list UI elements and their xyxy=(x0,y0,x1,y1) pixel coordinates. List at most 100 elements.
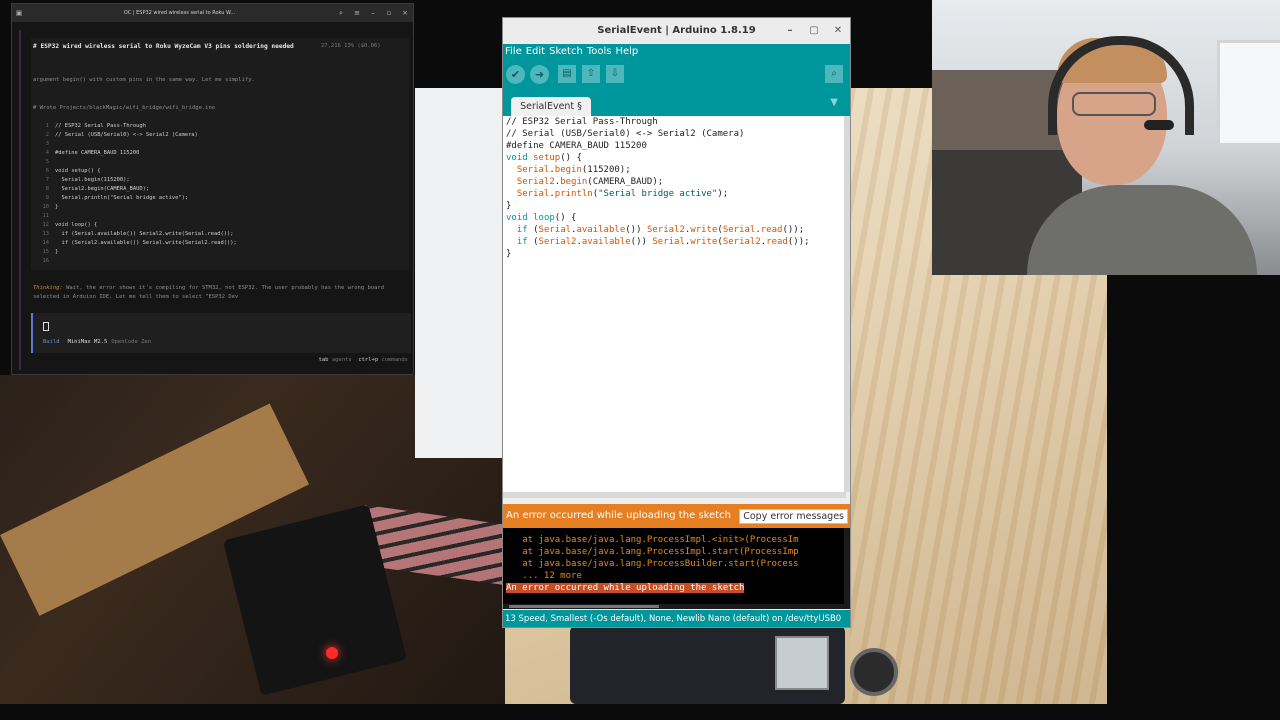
save-sketch-icon[interactable]: ⇩ xyxy=(606,65,624,83)
menu-tools[interactable]: Tools xyxy=(587,44,612,59)
prompt-input[interactable]: Build MiniMax M2.5 OpenCode Zen xyxy=(31,313,411,353)
webcam-overlay xyxy=(932,0,1280,275)
copy-error-button[interactable]: Copy error messages xyxy=(739,509,848,524)
model-name[interactable]: MiniMax M2.5 xyxy=(68,339,108,345)
lens-connector xyxy=(850,648,898,696)
code-line: } xyxy=(506,201,512,211)
code-line: // ESP32 Serial Pass-Through xyxy=(506,117,658,127)
toolbar: ✔ ➜ ▤ ⇧ ⇩ ⌕ xyxy=(503,59,850,89)
session-heading: # ESP32 wired wireless serial to Roku Wy… xyxy=(33,43,294,50)
camera-chip xyxy=(775,636,829,690)
board-status-text: Speed, Smallest (-Os default), None, New… xyxy=(518,614,842,624)
verify-icon[interactable]: ✔ xyxy=(506,65,525,84)
code-preview-line: 15} xyxy=(35,248,375,257)
provider-name: OpenCode Zen xyxy=(111,339,152,345)
line-number: 13 xyxy=(42,231,50,237)
menu-edit[interactable]: Edit xyxy=(526,44,545,59)
new-sketch-icon[interactable]: ▤ xyxy=(558,65,576,83)
line-text: void setup() { xyxy=(55,168,101,174)
line-number: 3 xyxy=(45,141,49,147)
code-preview-line: 10} xyxy=(35,203,375,212)
upload-icon[interactable]: ➜ xyxy=(530,65,549,84)
arduino-titlebar: SerialEvent | Arduino 1.8.19 – ▢ ✕ xyxy=(503,18,850,44)
tab-menu-icon[interactable]: ▼ xyxy=(830,97,838,108)
code-line: if (Serial2.available()) Serial.write(Se… xyxy=(516,237,810,247)
terminal-title: OC | ESP32 wired wireless serial to Roku… xyxy=(123,10,236,16)
serial-monitor-icon[interactable]: ⌕ xyxy=(825,65,843,83)
console-vertical-scrollbar[interactable] xyxy=(844,528,850,608)
code-preview-line: 6 void setup() { xyxy=(35,167,375,176)
code-preview-line: 1 // ESP32 Serial Pass-Through xyxy=(35,122,375,131)
line-number: 1 xyxy=(45,123,49,129)
maximize-icon[interactable]: ▢ xyxy=(806,24,822,38)
open-sketch-icon[interactable]: ⇧ xyxy=(582,65,600,83)
code-preview-line: 7 Serial.begin(115200); xyxy=(35,176,375,185)
code-preview-line: 16 xyxy=(35,257,375,266)
shortcut-tab-key: tab xyxy=(318,357,329,363)
code-line: Serial2.begin(CAMERA_BAUD); xyxy=(516,177,664,187)
code-editor[interactable]: // ESP32 Serial Pass-Through // Serial (… xyxy=(503,116,846,492)
arduino-window: SerialEvent | Arduino 1.8.19 – ▢ ✕ File … xyxy=(502,17,851,628)
code-preview-line: 13 if (Serial.available()) Serial2.write… xyxy=(35,230,375,239)
bottom-letterbox xyxy=(0,704,1280,720)
console-error-line: An error occurred while uploading the sk… xyxy=(506,583,745,593)
line-number: 8 xyxy=(45,186,49,192)
maximize-icon[interactable]: ▫ xyxy=(381,9,397,17)
tab-serialevent[interactable]: SerialEvent § xyxy=(511,97,591,116)
agent-mode[interactable]: Build xyxy=(43,339,60,345)
code-preview-line: 12 void loop() { xyxy=(35,221,375,230)
microphone xyxy=(1144,120,1174,130)
output-console[interactable]: at java.base/java.lang.ProcessImpl.<init… xyxy=(503,528,846,608)
console-line: at java.base/java.lang.ProcessImpl.<init… xyxy=(506,535,799,545)
board-status-bar: 13 Speed, Smallest (-Os default), None, … xyxy=(503,610,850,627)
code-preview-line: 14 if (Serial2.available()) Serial.write… xyxy=(35,239,375,248)
line-text: Serial.println("Serial bridge active"); xyxy=(55,195,189,201)
line-number: 5 xyxy=(45,159,49,165)
board-line-number: 13 xyxy=(505,614,516,624)
minimize-icon[interactable]: – xyxy=(782,24,798,38)
console-scroll-thumb[interactable] xyxy=(509,605,659,608)
code-line: void loop() { xyxy=(506,213,577,223)
search-icon[interactable]: ⌕ xyxy=(333,9,349,18)
line-text: if (Serial.available()) Serial2.write(Se… xyxy=(55,231,234,237)
code-line: #define CAMERA_BAUD 115200 xyxy=(506,141,647,151)
console-horizontal-scrollbar[interactable] xyxy=(503,604,850,609)
glasses xyxy=(1072,92,1156,116)
code-line: } xyxy=(506,249,512,259)
terminal-titlebar: ▣ OC | ESP32 wired wireless serial to Ro… xyxy=(12,4,413,22)
menu-file[interactable]: File xyxy=(505,44,522,59)
menu-icon[interactable]: ≡ xyxy=(349,9,365,17)
editor-horizontal-scrollbar[interactable] xyxy=(503,492,846,498)
code-preview: 1 // ESP32 Serial Pass-Through 2 // Serial … xyxy=(35,122,375,266)
token-usage: 27,216 13% ($0.06) xyxy=(321,43,381,49)
terminal-app-icon: ▣ xyxy=(15,9,23,17)
minimize-icon[interactable]: – xyxy=(365,9,381,17)
terminal-body: # ESP32 wired wireless serial to Roku Wy… xyxy=(19,30,414,370)
code-preview-line: 5 xyxy=(35,158,375,167)
line-number: 15 xyxy=(42,249,50,255)
shortcut-tab-label: agents xyxy=(331,357,352,363)
editor-vertical-scrollbar[interactable] xyxy=(844,116,850,492)
line-text: void loop() { xyxy=(55,222,98,228)
line-number: 4 xyxy=(45,150,49,156)
menu-sketch[interactable]: Sketch xyxy=(549,44,583,59)
menu-help[interactable]: Help xyxy=(615,44,638,59)
tab-row: SerialEvent § ▼ xyxy=(503,89,850,116)
code-preview-line: 8 Serial2.begin(CAMERA_BAUD); xyxy=(35,185,375,194)
shortcut-hints: tab agents ctrl+p commands xyxy=(319,357,408,363)
line-text: Serial2.begin(CAMERA_BAUD); xyxy=(55,186,150,192)
code-line: void setup() { xyxy=(506,153,582,163)
shortcut-cmd-label: commands xyxy=(381,357,409,363)
close-icon[interactable]: ✕ xyxy=(830,24,846,38)
code-preview-line: 3 xyxy=(35,140,375,149)
thinking-message: Thinking: Wait, the error shows it's com… xyxy=(33,284,393,302)
console-line: at java.base/java.lang.ProcessBuilder.st… xyxy=(506,559,799,569)
line-text: #define CAMERA_BAUD 115200 xyxy=(55,150,140,156)
assistant-message: argument begin() with custom pins in the… xyxy=(33,77,255,83)
console-line: at java.base/java.lang.ProcessImpl.start… xyxy=(506,547,799,557)
line-number: 9 xyxy=(45,195,49,201)
close-icon[interactable]: × xyxy=(397,9,413,17)
line-number: 14 xyxy=(42,240,50,246)
line-number: 10 xyxy=(42,204,50,210)
terminal-window: ▣ OC | ESP32 wired wireless serial to Ro… xyxy=(11,3,414,375)
